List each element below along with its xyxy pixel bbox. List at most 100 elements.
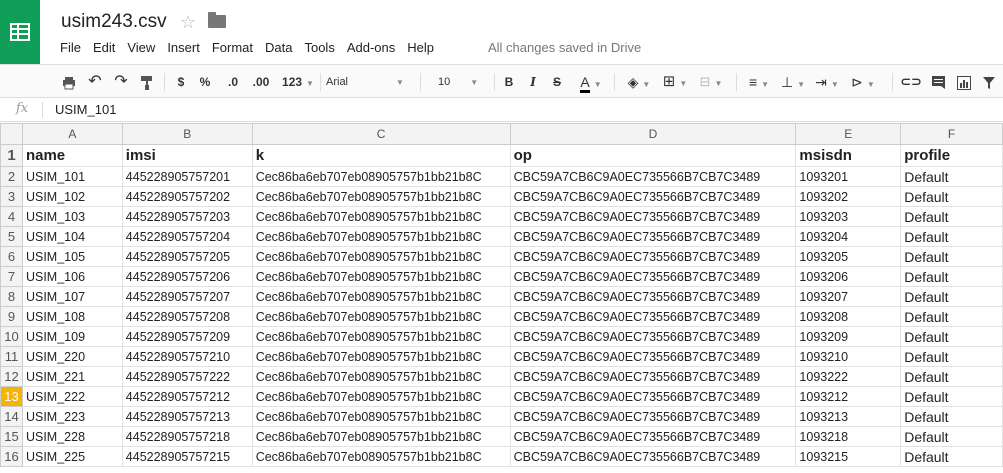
cell[interactable]: Cec86ba6eb707eb08905757b1bb21b8C bbox=[251, 406, 511, 427]
cell[interactable]: CBC59A7CB6C9A0EC735566B7CB7C3489 bbox=[509, 206, 797, 227]
cell[interactable]: CBC59A7CB6C9A0EC735566B7CB7C3489 bbox=[509, 446, 797, 467]
cell[interactable]: CBC59A7CB6C9A0EC735566B7CB7C3489 bbox=[509, 246, 797, 267]
menu-add-ons[interactable]: Add-ons bbox=[347, 40, 395, 55]
column-header-a[interactable]: A bbox=[21, 123, 123, 145]
cell[interactable]: Default bbox=[900, 406, 1003, 427]
cell[interactable]: USIM_223 bbox=[21, 406, 123, 427]
paint-format-icon[interactable] bbox=[138, 65, 156, 99]
cell[interactable]: 445228905757204 bbox=[121, 226, 253, 247]
cell[interactable]: 1093210 bbox=[795, 346, 902, 367]
cell[interactable]: USIM_222 bbox=[21, 386, 123, 407]
cell[interactable]: Cec86ba6eb707eb08905757b1bb21b8C bbox=[251, 286, 511, 307]
row-header[interactable]: 13 bbox=[0, 386, 23, 407]
cell[interactable]: 1093202 bbox=[795, 186, 902, 207]
cell[interactable]: 1093218 bbox=[795, 426, 902, 447]
cell[interactable]: 1093206 bbox=[795, 266, 902, 287]
fill-color-button[interactable]: ◈ ▼ bbox=[622, 65, 656, 99]
cell[interactable]: USIM_103 bbox=[21, 206, 123, 227]
cell[interactable]: 1093215 bbox=[795, 446, 902, 467]
cell[interactable]: op bbox=[509, 144, 797, 167]
column-header-e[interactable]: E bbox=[795, 123, 902, 145]
cell[interactable]: CBC59A7CB6C9A0EC735566B7CB7C3489 bbox=[509, 226, 797, 247]
row-header[interactable]: 3 bbox=[0, 186, 23, 207]
select-all-corner[interactable] bbox=[0, 123, 23, 145]
menu-format[interactable]: Format bbox=[212, 40, 253, 55]
star-icon[interactable]: ☆ bbox=[180, 12, 196, 33]
row-header[interactable]: 1 bbox=[0, 144, 23, 167]
cell[interactable]: USIM_221 bbox=[21, 366, 123, 387]
insert-link-icon[interactable]: ⊂⊃ bbox=[900, 65, 922, 99]
filter-icon[interactable] bbox=[980, 65, 998, 99]
strikethrough-button[interactable]: S bbox=[550, 65, 564, 99]
row-header[interactable]: 2 bbox=[0, 166, 23, 187]
cell[interactable]: Default bbox=[900, 286, 1003, 307]
cell[interactable]: Cec86ba6eb707eb08905757b1bb21b8C bbox=[251, 446, 511, 467]
insert-comment-icon[interactable] bbox=[928, 65, 948, 99]
cell[interactable]: USIM_107 bbox=[21, 286, 123, 307]
sheets-logo[interactable] bbox=[0, 0, 40, 64]
row-header[interactable]: 12 bbox=[0, 366, 23, 387]
cell[interactable]: 1093212 bbox=[795, 386, 902, 407]
text-rotation-button[interactable]: ⊳ ▼ bbox=[846, 65, 880, 99]
cell[interactable]: Default bbox=[900, 306, 1003, 327]
cell[interactable]: profile bbox=[900, 144, 1003, 167]
cell[interactable]: CBC59A7CB6C9A0EC735566B7CB7C3489 bbox=[509, 406, 797, 427]
save-status[interactable]: All changes saved in Drive bbox=[488, 40, 641, 55]
row-header[interactable]: 8 bbox=[0, 286, 23, 307]
cell[interactable]: CBC59A7CB6C9A0EC735566B7CB7C3489 bbox=[509, 166, 797, 187]
cell[interactable]: 445228905757203 bbox=[121, 206, 253, 227]
redo-icon[interactable]: ↷ bbox=[112, 65, 130, 99]
cell[interactable]: 445228905757208 bbox=[121, 306, 253, 327]
row-header[interactable]: 4 bbox=[0, 206, 23, 227]
decrease-decimal-button[interactable]: .0 bbox=[222, 65, 244, 99]
text-wrapping-button[interactable]: ⇥ ▼ bbox=[812, 65, 842, 99]
merge-cells-button[interactable]: ⊟ ▼ bbox=[694, 65, 728, 99]
cell[interactable]: 445228905757201 bbox=[121, 166, 253, 187]
text-color-button[interactable]: A ▼ bbox=[576, 65, 606, 99]
cell[interactable]: CBC59A7CB6C9A0EC735566B7CB7C3489 bbox=[509, 266, 797, 287]
cell[interactable]: Cec86ba6eb707eb08905757b1bb21b8C bbox=[251, 226, 511, 247]
cell[interactable]: msisdn bbox=[795, 144, 902, 167]
row-header[interactable]: 5 bbox=[0, 226, 23, 247]
cell[interactable]: Cec86ba6eb707eb08905757b1bb21b8C bbox=[251, 166, 511, 187]
menu-view[interactable]: View bbox=[127, 40, 155, 55]
cell[interactable]: Default bbox=[900, 326, 1003, 347]
cell[interactable]: 445228905757210 bbox=[121, 346, 253, 367]
cell[interactable]: Default bbox=[900, 266, 1003, 287]
row-header[interactable]: 7 bbox=[0, 266, 23, 287]
cell[interactable]: Cec86ba6eb707eb08905757b1bb21b8C bbox=[251, 246, 511, 267]
vertical-align-button[interactable]: ⊥ ▼ bbox=[778, 65, 808, 99]
row-header[interactable]: 15 bbox=[0, 426, 23, 447]
cell[interactable]: CBC59A7CB6C9A0EC735566B7CB7C3489 bbox=[509, 386, 797, 407]
column-header-b[interactable]: B bbox=[121, 123, 253, 145]
cell[interactable]: Default bbox=[900, 426, 1003, 447]
cell[interactable]: CBC59A7CB6C9A0EC735566B7CB7C3489 bbox=[509, 286, 797, 307]
cell[interactable]: Cec86ba6eb707eb08905757b1bb21b8C bbox=[251, 366, 511, 387]
cell[interactable]: Default bbox=[900, 446, 1003, 467]
cell[interactable]: USIM_108 bbox=[21, 306, 123, 327]
menu-data[interactable]: Data bbox=[265, 40, 292, 55]
cell[interactable]: USIM_102 bbox=[21, 186, 123, 207]
column-header-d[interactable]: D bbox=[509, 123, 797, 145]
cell[interactable]: USIM_101 bbox=[21, 166, 123, 187]
cell[interactable]: 1093208 bbox=[795, 306, 902, 327]
cell[interactable]: 1093203 bbox=[795, 206, 902, 227]
folder-icon[interactable] bbox=[208, 12, 226, 28]
horizontal-align-button[interactable]: ≡ ▼ bbox=[744, 65, 774, 99]
cell[interactable]: 445228905757222 bbox=[121, 366, 253, 387]
cell[interactable]: k bbox=[251, 144, 511, 167]
italic-button[interactable]: I bbox=[526, 65, 540, 99]
document-title[interactable]: usim243.csv bbox=[61, 11, 167, 33]
row-header[interactable]: 6 bbox=[0, 246, 23, 267]
cell[interactable]: Cec86ba6eb707eb08905757b1bb21b8C bbox=[251, 206, 511, 227]
row-header[interactable]: 9 bbox=[0, 306, 23, 327]
more-formats-button[interactable]: 123 ▼ bbox=[278, 65, 318, 99]
cell[interactable]: USIM_105 bbox=[21, 246, 123, 267]
cell[interactable]: Default bbox=[900, 166, 1003, 187]
cell[interactable]: 1093209 bbox=[795, 326, 902, 347]
font-family-select[interactable]: Arial ▼ bbox=[326, 72, 414, 92]
cell[interactable]: CBC59A7CB6C9A0EC735566B7CB7C3489 bbox=[509, 186, 797, 207]
currency-format-button[interactable]: $ bbox=[174, 65, 188, 99]
menu-help[interactable]: Help bbox=[407, 40, 434, 55]
cell[interactable]: USIM_225 bbox=[21, 446, 123, 467]
